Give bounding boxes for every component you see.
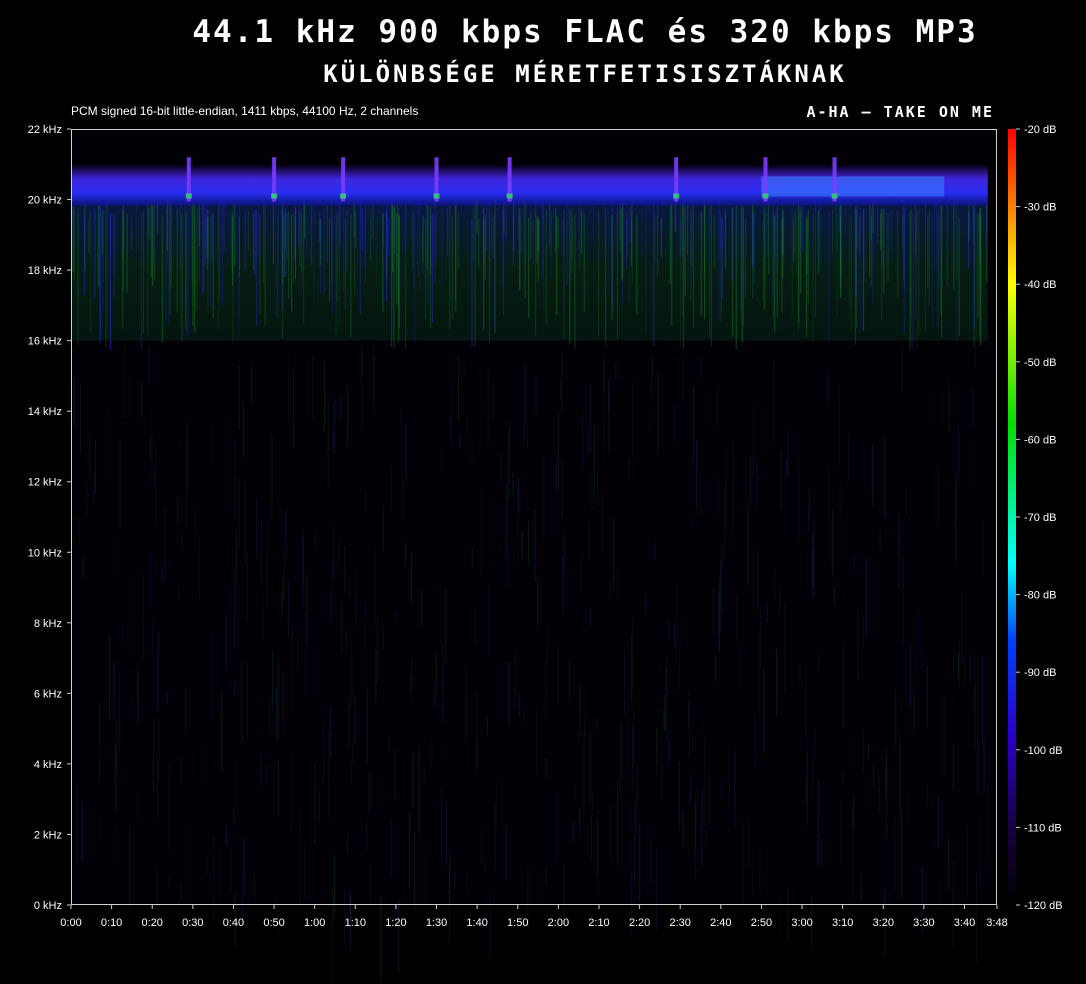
colorbar-tick-label: -80 dB: [1024, 590, 1056, 602]
y-tick-label: 6 kHz: [34, 688, 62, 700]
colorbar: -20 dB -30 dB -40 dB -50 dB -60 dB -70 dB -80 …: [1008, 124, 1063, 912]
y-tick-label: 16 kHz: [28, 336, 62, 348]
x-tick-label: 0:00: [60, 917, 81, 929]
x-tick-label: 2:00: [548, 917, 569, 929]
x-tick-label: 1:00: [304, 917, 325, 929]
x-tick-label: 1:10: [345, 917, 366, 929]
x-axis: 0:00 0:10 0:20 0:30 0:40 0:50 1:00 1:10 1:20 1:30…: [60, 905, 1008, 929]
y-tick-label: 8 kHz: [34, 618, 62, 630]
y-tick-label: 14 kHz: [28, 406, 62, 418]
x-tick-label: 2:30: [669, 917, 690, 929]
x-tick-label: 2:10: [588, 917, 609, 929]
x-tick-label: 3:30: [913, 917, 934, 929]
colorbar-tick-label: -50 dB: [1024, 357, 1056, 369]
colorbar-gradient: [1008, 129, 1016, 905]
x-tick-label: 3:40: [954, 917, 975, 929]
colorbar-tick-label: -90 dB: [1024, 667, 1056, 679]
colorbar-tick-label: -60 dB: [1024, 434, 1056, 446]
x-tick-label: 2:40: [710, 917, 731, 929]
colorbar-tick-label: -30 dB: [1024, 202, 1056, 214]
y-tick-label: 10 kHz: [28, 547, 62, 559]
y-tick-label: 0 kHz: [34, 900, 62, 912]
x-tick-label: 1:20: [385, 917, 406, 929]
x-tick-label: 1:40: [466, 917, 487, 929]
x-tick-label: 0:50: [263, 917, 284, 929]
x-tick-label: 1:50: [507, 917, 528, 929]
colorbar-tick-label: -40 dB: [1024, 279, 1056, 291]
y-tick-label: 2 kHz: [34, 829, 62, 841]
x-tick-label: 0:40: [223, 917, 244, 929]
x-tick-label: 2:50: [751, 917, 772, 929]
x-tick-label: 3:48: [986, 917, 1007, 929]
x-tick-label: 0:30: [182, 917, 203, 929]
colorbar-tick-label: -70 dB: [1024, 512, 1056, 524]
x-tick-label: 0:20: [142, 917, 163, 929]
y-tick-label: 20 kHz: [28, 195, 62, 207]
y-tick-label: 22 kHz: [28, 124, 62, 136]
y-tick-label: 12 kHz: [28, 477, 62, 489]
colorbar-tick-label: -120 dB: [1024, 900, 1063, 912]
y-tick-label: 4 kHz: [34, 759, 62, 771]
x-tick-label: 0:10: [101, 917, 122, 929]
colorbar-tick-label: -20 dB: [1024, 124, 1056, 136]
spectrogram-chart: 0 kHz 2 kHz 4 kHz 6 kHz 8 kHz 10 kHz 12 kHz 14 …: [28, 124, 1063, 983]
x-tick-label: 3:10: [832, 917, 853, 929]
colorbar-tick-label: -100 dB: [1024, 745, 1063, 757]
y-axis: 0 kHz 2 kHz 4 kHz 6 kHz 8 kHz 10 kHz 12 kHz 14 …: [28, 124, 71, 912]
colorbar-tick-label: -110 dB: [1024, 822, 1062, 834]
x-tick-label: 3:20: [873, 917, 894, 929]
y-tick-label: 18 kHz: [28, 265, 62, 277]
x-tick-label: 3:00: [791, 917, 812, 929]
x-tick-label: 1:30: [426, 917, 447, 929]
x-tick-label: 2:20: [629, 917, 650, 929]
hf-content-region: [71, 196, 988, 341]
